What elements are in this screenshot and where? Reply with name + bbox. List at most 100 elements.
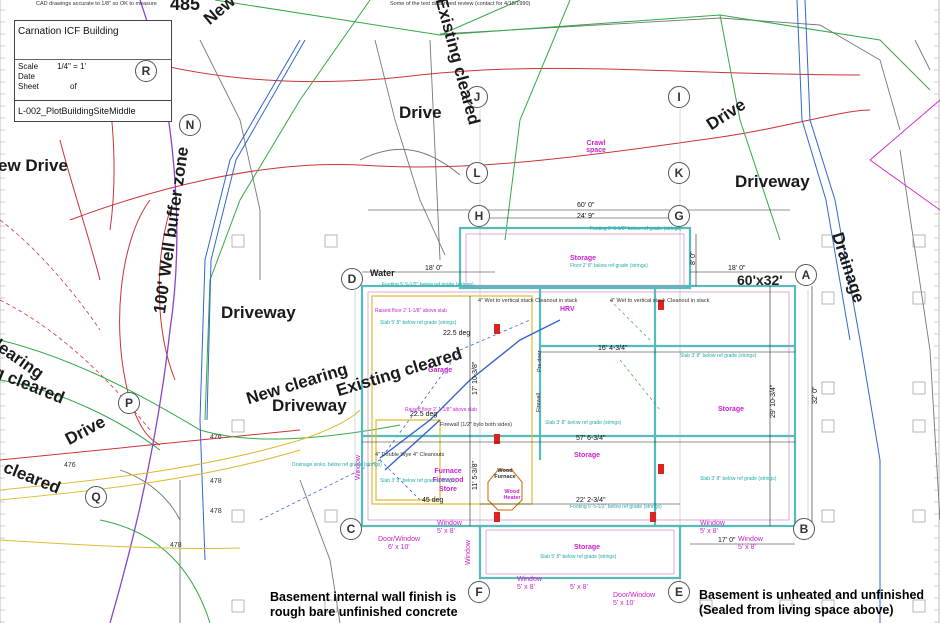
grid-bubble-c: C [340,518,362,540]
foundation-walls [360,226,797,580]
dim-vertical-17: 17' 10-3/8" [472,361,479,395]
footing-lower: Footing 5' 5-1/2" below ref grade (strin… [570,504,662,510]
room-wood-heater: Wood Heater [503,489,521,501]
driveway-right-label: Driveway [735,172,810,191]
sheet-of: of [70,82,77,91]
date-label: Date [18,72,35,81]
firewall-label: Firewall (1/2" bylo both sides) [440,422,512,428]
contour-1: 476 [210,434,222,441]
basement-finish-note-1: Basement internal wall finish is [270,590,457,604]
window-b2: Window [738,536,763,543]
raised-floor-1: Raised floor 2' 1-1/8" above slab [375,308,447,314]
room-wood-furnace: Wood Furnace [494,468,516,480]
grid-bubble-n: N [179,114,201,136]
sheet-label: Sheet [18,82,39,91]
dim-deg-1: 22.5 deg [443,330,471,337]
grid-bubble-h: H [468,205,490,227]
dim-a-top: 18' 0" [728,265,746,272]
scale-label: Scale [18,62,39,71]
slab-garage: Slab 5' 8" below ref grade (strings) [380,320,457,326]
footing-top: Footing 5' 5-1/2" below ref grade (strin… [590,226,682,232]
slab-furnace: Slab 3' 8" below ref grade (strings) [380,478,457,484]
slab-right: Slab 3' 8" below ref grade (strings) [680,353,757,359]
dim-lower: 22' 2-3/4" [576,497,606,504]
water-label: Water [370,268,395,278]
dim-upper: 24' 9" [577,213,595,220]
dim-vertical-32: 32' 0" [812,386,819,404]
room-hrv: HRV [560,306,575,313]
double-wye-note: 4" Double Wye 4" Cleanouts [375,452,445,458]
grid-bubble-p: P [118,392,140,414]
driveway-left-label: Driveway [221,303,296,322]
scale-value: 1/4" = 1' [57,62,87,71]
door-window-e: Door/Window [613,592,656,599]
sheet-name: L-002_PlotBuildingSiteMiddle [15,100,171,120]
room-garage: Garage [428,367,453,374]
grid-bubble-l: L [466,162,488,184]
slab-bottom: Slab 5' 8" below ref grade (strings) [540,554,617,560]
door-window-c: Door/Window [378,536,421,543]
wet-wall-note: 4" Wet to vertical stack Cleanout in sta… [478,298,578,304]
room-storage-top: Storage [570,255,597,262]
basement-heat-note-1: Basement is unheated and unfinished [699,588,925,602]
raised-floor-2: Raised floor 2' 1-1/8" above slab [405,407,477,413]
window-f: Window [517,576,542,583]
door-window-e-size: 5' x 10' [613,600,635,607]
basement-heat-note-2: (Sealed from living space above) [699,603,894,617]
drive-top-label: Drive [399,103,442,122]
driveway-lower-label: Driveway [272,396,347,415]
grid-bubble-f: F [468,581,490,603]
door-window-c-size: 6' x 10' [388,544,410,551]
dim-vertical-29: 29' 10-3/4" [770,384,777,418]
drain-note: Drainage sinks, below ref grade (strings… [292,462,382,468]
window-f-size: 5' x 8' [517,584,535,591]
window-side: Window [465,540,472,565]
dim-d-water: 18' 0" [425,265,443,272]
dim-mid: 16' 4-3/4" [598,345,628,352]
contour-4: 478 [210,508,222,515]
dim-deg-3: 45 deg [422,497,444,504]
firewall-vertical: Firewall [536,393,542,412]
grid-bubble-a: A [795,264,817,286]
grid-bubble-q: Q [85,486,107,508]
project-title: Carnation ICF Building [18,26,119,37]
wet-wall-note-2: 4" Wet to vertical stack Cleanout in sta… [610,298,710,304]
top-number: 485 [170,0,201,14]
new-drive-partial-label: ew Drive [0,156,68,175]
room-storage-bottom: Storage [574,544,601,551]
contour-2: 476 [64,462,76,469]
window-c: Window [437,520,462,527]
room-storage-right: Storage [718,406,745,413]
window-f2-size: 5' x 8' [570,584,588,591]
top-note-1: CAD drawings accurate to 1/8" so OK to m… [36,1,157,7]
slab-right-lower: Slab 3' 8" below ref grade (strings) [700,476,777,482]
contour-3: 478 [210,478,222,485]
dim-right-17: 17' 0" [718,537,736,544]
window-c-size: 5' x 8' [437,528,455,535]
window-b: Window [700,520,725,527]
grid-bubble-e: E [668,581,690,603]
window-b-size: 5' x 8' [700,528,718,535]
pre-door-label: Pre-door [537,350,543,372]
dim-overall-width: 60' 0" [577,202,595,209]
grid-bubble-k: K [668,162,690,184]
magenta-lot-corner [869,99,940,211]
dim-vertical-8: 8' 0" [690,251,697,265]
grid-bubble-b: B [793,518,815,540]
dim-vertical-11: 11' 5-3/8" [472,461,479,490]
grid-bubble-d: D [341,268,363,290]
grid-bubble-r: R [135,60,157,82]
basement-finish-note-2: rough bare unfinished concrete [270,605,458,619]
crawl-space-label: Crawl space [586,140,606,154]
room-storage-mid: Storage [574,452,601,459]
footing-garage: Footing 5' 5-1/2" below ref grade (strin… [382,282,474,288]
grid-bubble-i: I [668,86,690,108]
building-size-label: 60'x32' [737,272,783,288]
top-note-2: Some of the text data need review (conta… [390,1,531,7]
contour-5: 478 [170,542,182,549]
dim-long: 57' 6-3/4" [576,435,606,442]
slab-mid: Slab 3' 8" below ref grade (strings) [545,420,622,426]
grid-bubble-g: G [668,205,690,227]
crawl-dashes [609,299,661,411]
window-b2-size: 5' x 8' [738,544,756,551]
